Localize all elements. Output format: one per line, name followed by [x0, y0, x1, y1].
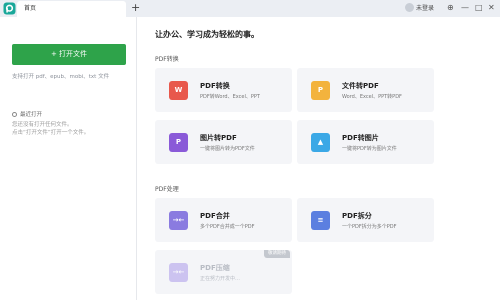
card-description: 一键将PDF转为图片文件 [342, 146, 397, 152]
card-title: PDF合并 [200, 212, 230, 220]
recent-empty-line-1: 您还没有打开任何文件。 [12, 122, 73, 128]
card-description: 多个PDF合并成一个PDF [200, 224, 255, 230]
supported-formats-text: 支持打开 pdf、epub、mobi、txt 文件 [12, 74, 110, 80]
card-title: PDF转换 [200, 82, 230, 90]
card-title: 图片转PDF [200, 134, 237, 142]
card-description: PDF转Word、Excel、PPT [200, 94, 260, 100]
section-title-pdf-process: PDF处理 [155, 186, 179, 193]
pdf-convert-icon: W [169, 81, 188, 100]
coming-soon-badge: 敬请期待 [264, 250, 290, 258]
upgrade-icon[interactable]: ⊕ [447, 2, 454, 14]
recent-empty-message: 您还没有打开任何文件。 点击“打开文件”打开一个文件。 [12, 121, 89, 137]
file-to-pdf-icon: P [311, 81, 330, 100]
pdf-split-icon: ≡ [311, 211, 330, 230]
card-description: 一键将图片转为PDF文件 [200, 146, 255, 152]
card-title: PDF压缩 [200, 264, 230, 272]
app-logo-icon [3, 2, 16, 15]
card-pdf-compress: →← PDF压缩 正在努力开发中… 敬请期待 [155, 250, 292, 294]
recent-files-label: 最近打开 [20, 112, 43, 118]
title-bar: 首页 + 未登录 ⊕ — □ ✕ [0, 0, 500, 17]
card-description: 正在努力开发中… [200, 276, 241, 282]
pdf-merge-icon: →← [169, 211, 188, 230]
pdf-compress-icon: →← [169, 263, 188, 282]
card-image-to-pdf[interactable]: P 图片转PDF 一键将图片转为PDF文件 [155, 120, 292, 164]
new-tab-button[interactable]: + [131, 1, 140, 15]
clock-icon [12, 112, 17, 117]
card-file-to-pdf[interactable]: P 文件转PDF Word、Excel、PPT转PDF [297, 68, 434, 112]
user-avatar-icon[interactable] [405, 3, 414, 12]
close-button[interactable]: ✕ [488, 2, 495, 14]
card-pdf-merge[interactable]: →← PDF合并 多个PDF合并成一个PDF [155, 198, 292, 242]
section-title-pdf-convert: PDF转换 [155, 56, 179, 63]
main-panel: 让办公、学习成为轻松的事。 PDF转换 W PDF转换 PDF转Word、Exc… [137, 17, 500, 300]
tab-home-label: 首页 [24, 5, 37, 12]
recent-files-heading: 最近打开 [12, 110, 42, 118]
login-status-label[interactable]: 未登录 [416, 4, 434, 13]
open-file-button[interactable]: + 打开文件 [12, 44, 126, 65]
page-title: 让办公、学习成为轻松的事。 [155, 30, 259, 39]
card-description: 一个PDF拆分为多个PDF [342, 224, 397, 230]
pdf-to-image-icon: ▲ [311, 133, 330, 152]
tab-home[interactable]: 首页 [17, 1, 126, 17]
card-pdf-convert[interactable]: W PDF转换 PDF转Word、Excel、PPT [155, 68, 292, 112]
image-to-pdf-icon: P [169, 133, 188, 152]
card-title: 文件转PDF [342, 82, 379, 90]
minimize-button[interactable]: — [461, 2, 469, 14]
maximize-button[interactable]: □ [475, 2, 483, 14]
sidebar: + 打开文件 支持打开 pdf、epub、mobi、txt 文件 最近打开 您还… [0, 17, 137, 300]
card-title: PDF转图片 [342, 134, 379, 142]
card-description: Word、Excel、PPT转PDF [342, 94, 402, 100]
card-pdf-to-image[interactable]: ▲ PDF转图片 一键将PDF转为图片文件 [297, 120, 434, 164]
card-pdf-split[interactable]: ≡ PDF拆分 一个PDF拆分为多个PDF [297, 198, 434, 242]
recent-empty-line-2: 点击“打开文件”打开一个文件。 [12, 130, 90, 136]
card-title: PDF拆分 [342, 212, 372, 220]
